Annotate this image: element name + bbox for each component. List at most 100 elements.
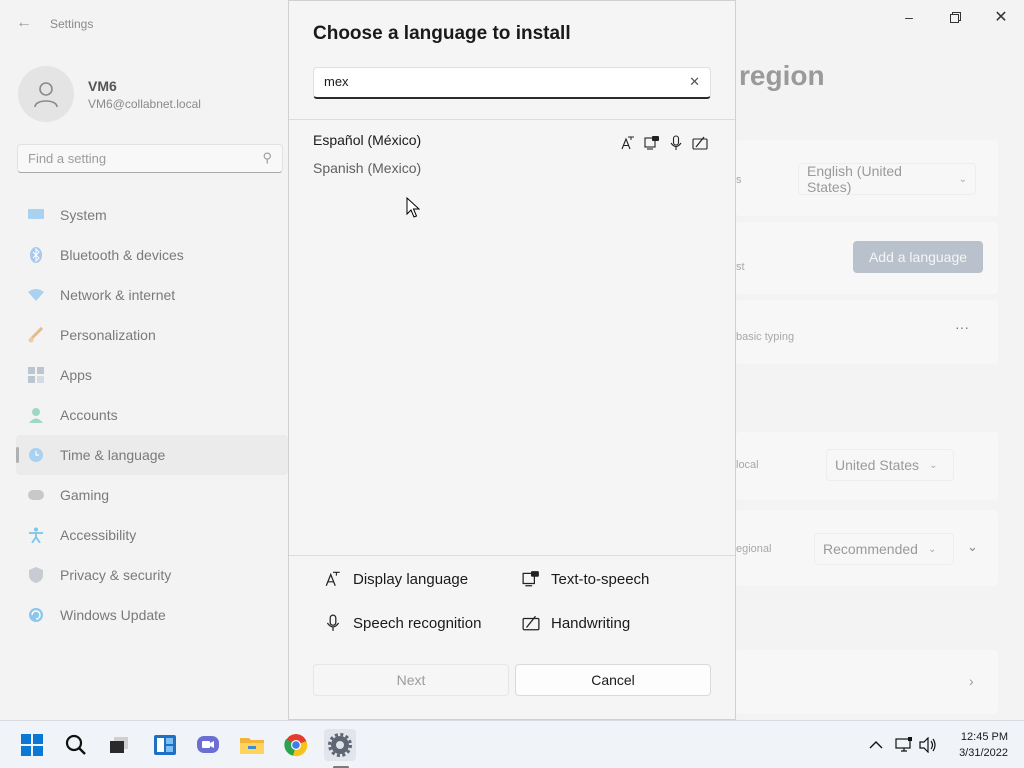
divider: [289, 119, 735, 120]
sidebar-nav: System Bluetooth & devices Network & int…: [16, 195, 288, 635]
sidebar-item-label: Accessibility: [60, 527, 137, 543]
sidebar-item-windows-update[interactable]: Windows Update: [16, 595, 288, 635]
microphone-icon: [667, 134, 685, 152]
regional-format-dropdown[interactable]: Recommended ⌄: [814, 533, 954, 565]
sidebar-item-label: Privacy & security: [60, 567, 172, 583]
sidebar-item-label: Bluetooth & devices: [60, 247, 184, 263]
sidebar-item-apps[interactable]: Apps: [16, 355, 288, 395]
language-native-name: Español (México): [313, 132, 422, 148]
choose-language-dialog: Choose a language to install ✕ Español (…: [288, 0, 736, 720]
update-icon: [28, 607, 44, 623]
related-link-card[interactable]: [736, 650, 998, 714]
system-clock[interactable]: 12:45 PM 3/31/2022: [944, 729, 1008, 761]
chevron-down-icon: ⌄: [927, 543, 937, 555]
app-title: Settings: [50, 17, 94, 31]
legend-label: Handwriting: [551, 614, 631, 632]
chevron-down-icon: ⌄: [958, 173, 967, 185]
language-search-input[interactable]: [324, 74, 674, 89]
wifi-icon: [28, 287, 44, 303]
restore-icon[interactable]: [932, 4, 978, 30]
language-features: [619, 134, 709, 152]
language-result-item[interactable]: Español (México) Spanish (Mexico): [289, 121, 735, 183]
legend-label: Speech recognition: [353, 614, 482, 632]
person-icon: [34, 82, 58, 108]
sidebar-item-time-language[interactable]: Time & language: [16, 435, 288, 475]
expand-chevron-icon[interactable]: ⌄: [967, 539, 978, 555]
more-options-icon[interactable]: ···: [955, 319, 969, 335]
language-english-name: Spanish (Mexico): [313, 160, 422, 176]
mouse-cursor-icon: [406, 197, 420, 218]
task-view-icon[interactable]: [103, 729, 135, 761]
show-hidden-icons-chevron-icon[interactable]: [866, 735, 886, 755]
sidebar-item-label: Apps: [60, 367, 92, 383]
sidebar-item-label: Accounts: [60, 407, 118, 423]
display-language-icon: [323, 569, 343, 589]
sidebar-item-accounts[interactable]: Accounts: [16, 395, 288, 435]
bluetooth-icon: [28, 247, 44, 263]
display-language-dropdown[interactable]: English (United States) ⌄: [798, 163, 976, 195]
legend-label: Display language: [353, 570, 469, 588]
clear-search-icon[interactable]: ✕: [689, 74, 700, 90]
card-label: egional: [736, 543, 772, 555]
sidebar-item-system[interactable]: System: [16, 195, 288, 235]
network-icon[interactable]: [894, 735, 914, 755]
settings-icon[interactable]: [324, 729, 356, 761]
language-features-text: basic typing: [736, 331, 795, 343]
avatar: [18, 66, 74, 122]
chevron-down-icon: ⌄: [929, 459, 938, 471]
card-label: s: [736, 174, 742, 186]
start-icon[interactable]: [16, 729, 48, 761]
user-name: VM6: [88, 77, 117, 94]
widgets-icon[interactable]: [149, 729, 181, 761]
accessibility-icon: [28, 527, 44, 543]
teams-chat-icon[interactable]: [192, 729, 224, 761]
legend-speech-recognition: Speech recognition: [323, 613, 481, 633]
country-dropdown[interactable]: United States ⌄: [826, 449, 954, 481]
gamepad-icon: [28, 487, 44, 503]
taskbar: 12:45 PM 3/31/2022: [0, 720, 1024, 768]
search-icon: ⚲: [262, 150, 272, 165]
divider: [289, 555, 735, 556]
cancel-button[interactable]: Cancel: [515, 664, 711, 696]
user-email: VM6@collabnet.local: [88, 96, 201, 111]
sidebar-item-accessibility[interactable]: Accessibility: [16, 515, 288, 555]
regional-format-value: Recommended: [823, 541, 918, 557]
sidebar-item-bluetooth[interactable]: Bluetooth & devices: [16, 235, 288, 275]
text-to-speech-icon: [521, 569, 541, 589]
legend-display-language: Display language: [323, 569, 468, 589]
shield-icon: [28, 567, 44, 583]
legend-text-to-speech: Text-to-speech: [521, 569, 649, 589]
person-icon: [28, 407, 44, 423]
settings-search-input[interactable]: Find a setting ⚲: [17, 144, 283, 173]
sidebar-item-label: Time & language: [60, 447, 166, 463]
clock-time: 12:45 PM: [960, 731, 1008, 743]
next-button[interactable]: Next: [313, 664, 509, 696]
sidebar-item-gaming[interactable]: Gaming: [16, 475, 288, 515]
text-to-speech-icon: [643, 134, 661, 152]
volume-icon[interactable]: [918, 735, 938, 755]
file-explorer-icon[interactable]: [236, 729, 268, 761]
sidebar-item-network[interactable]: Network & internet: [16, 275, 288, 315]
chrome-icon[interactable]: [280, 729, 312, 761]
add-language-button[interactable]: Add a language: [853, 241, 983, 273]
user-profile[interactable]: VM6 VM6@collabnet.local: [18, 66, 201, 122]
microphone-icon: [323, 613, 343, 633]
globe-clock-icon: [28, 447, 44, 463]
sidebar-item-label: Network & internet: [60, 287, 176, 303]
sidebar-item-privacy[interactable]: Privacy & security: [16, 555, 288, 595]
apps-icon: [28, 367, 44, 383]
legend-handwriting: Handwriting: [521, 613, 630, 633]
clock-date: 3/31/2022: [959, 747, 1008, 759]
display-language-value: English (United States): [807, 163, 902, 195]
display-language-icon: [619, 134, 637, 152]
sidebar-item-personalization[interactable]: Personalization: [16, 315, 288, 355]
close-icon[interactable]: ✕: [978, 4, 1024, 30]
minimize-icon[interactable]: –: [886, 4, 932, 30]
search-icon[interactable]: [60, 729, 92, 761]
legend-label: Text-to-speech: [551, 570, 650, 588]
handwriting-icon: [691, 134, 709, 152]
back-arrow-icon[interactable]: ←: [16, 14, 32, 32]
handwriting-icon: [521, 613, 541, 633]
search-placeholder: Find a setting: [28, 151, 107, 166]
language-search-field[interactable]: ✕: [313, 67, 711, 99]
